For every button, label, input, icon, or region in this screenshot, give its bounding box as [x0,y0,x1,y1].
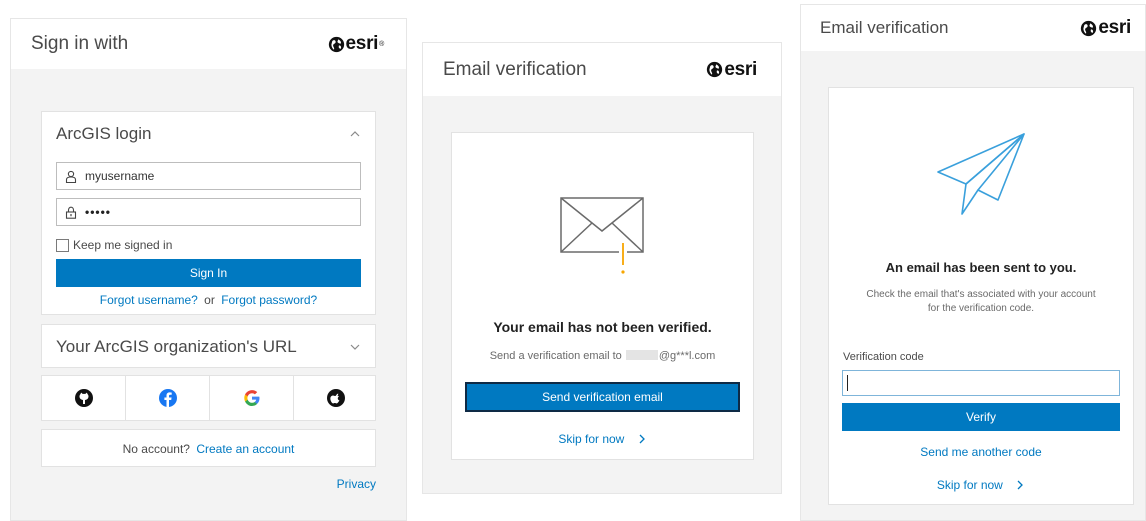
verification-code-field[interactable] [842,370,1120,396]
esri-logo: esri [1080,17,1131,39]
keep-signed-in-label: Keep me signed in [73,238,173,252]
signin-panel: Sign in with esri ® ArcGIS login myusern… [10,18,407,521]
username-field[interactable] [56,162,361,190]
email-sent-description: Check the email that's associated with y… [829,288,1133,316]
apple-login-button[interactable] [294,376,377,420]
trademark: ® [379,40,384,48]
email-sent-panel: Email verification esri An email has bee… [800,4,1146,521]
arcgis-login-toggle[interactable]: ArcGIS login [56,123,361,145]
globe-icon [328,36,344,52]
chevron-up-icon [350,131,360,137]
arcgis-login-title: ArcGIS login [56,124,152,143]
envelope-alert-icon [560,197,644,274]
email-verification-title: Email verification [820,18,949,37]
chevron-right-icon [639,434,645,444]
globe-icon [1081,20,1097,36]
email-verification-header: Email verification esri [423,43,781,96]
email-not-verified-card: Your email has not been verified. Send a… [451,132,754,460]
github-icon [74,389,93,407]
globe-icon [707,61,723,78]
email-verification-header: Email verification esri [801,5,1145,51]
arcgis-login-card: ArcGIS login ••••• Keep me signed in Sig… [41,111,376,315]
keep-signed-in[interactable]: Keep me signed in [56,238,172,252]
skip-for-now-label: Skip for now [558,432,625,446]
description-line-1: Check the email that's associated with y… [866,289,1096,300]
esri-logo: esri ® [328,33,384,55]
password-field[interactable]: ••••• [56,198,361,226]
lock-icon [65,206,77,219]
password-input[interactable]: ••••• [85,205,111,219]
send-another-code-link[interactable]: Send me another code [829,445,1133,459]
org-url-title: Your ArcGIS organization's URL [56,337,297,356]
signin-header: Sign in with esri ® [11,19,406,69]
keep-signed-in-checkbox[interactable] [56,238,69,252]
facebook-login-button[interactable] [126,376,210,420]
verification-code-label: Verification code [843,351,924,363]
masked-email: @g***l.com [658,350,716,362]
create-account-link[interactable]: Create an account [196,442,294,456]
esri-wordmark: esri [345,33,379,54]
forgot-links: Forgot username? or Forgot password? [42,293,375,307]
apple-icon [326,389,345,407]
send-to-row: Send a verification email to @g***l.com [452,350,753,362]
esri-wordmark: esri [1098,17,1131,38]
skip-for-now-label: Skip for now [936,478,1003,492]
social-login-row [41,375,376,421]
forgot-password-link[interactable]: Forgot password? [221,293,317,307]
google-login-button[interactable] [210,376,294,420]
no-account-text: No account? [122,442,190,456]
skip-for-now-link[interactable]: Skip for now [452,432,753,446]
email-sent-card: An email has been sent to you. Check the… [828,87,1134,505]
email-verification-title: Email verification [443,58,587,80]
or-text: or [204,293,215,307]
skip-for-now-link[interactable]: Skip for now [829,478,1133,492]
esri-wordmark: esri [724,58,757,80]
verify-button[interactable]: Verify [842,403,1120,431]
masked-email-blur [625,350,658,360]
no-account-card: No account? Create an account [41,429,376,467]
send-verification-email-button[interactable]: Send verification email [465,382,740,412]
email-sent-heading: An email has been sent to you. [885,260,1077,275]
description-line-2: for the verification code. [927,303,1035,314]
signin-title: Sign in with [31,33,129,54]
google-icon [243,390,259,406]
sign-in-button[interactable]: Sign In [56,259,361,287]
verification-code-input[interactable] [848,376,1108,390]
org-url-toggle[interactable]: Your ArcGIS organization's URL [56,336,361,358]
send-to-text: Send a verification email to [489,350,622,362]
user-icon [65,170,77,183]
email-not-verified-panel: Email verification esri Your email has n… [422,42,782,494]
no-account-row: No account? Create an account [42,442,375,456]
facebook-icon [158,389,177,407]
esri-logo: esri [706,59,757,81]
paper-plane-icon [937,133,1025,215]
chevron-down-icon [350,344,360,350]
not-verified-heading: Your email has not been verified. [493,319,712,335]
org-url-card[interactable]: Your ArcGIS organization's URL [41,324,376,368]
chevron-right-icon [1017,480,1024,490]
username-input[interactable] [85,169,345,183]
forgot-username-link[interactable]: Forgot username? [100,293,198,307]
privacy-link[interactable]: Privacy [337,477,376,491]
github-login-button[interactable] [42,376,126,420]
